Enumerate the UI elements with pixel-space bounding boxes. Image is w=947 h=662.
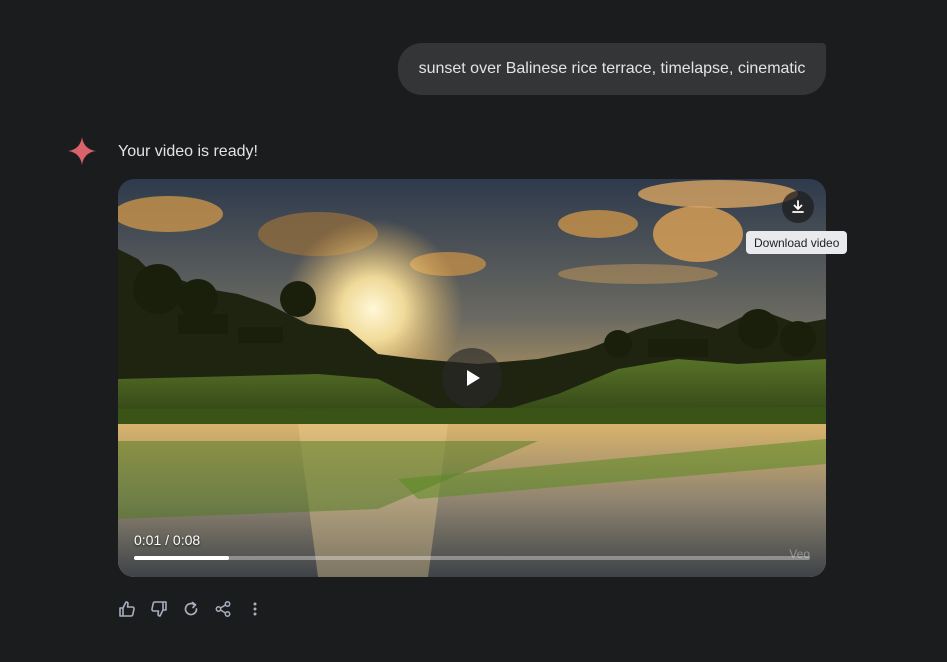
download-icon bbox=[792, 200, 804, 213]
download-video-button[interactable] bbox=[782, 191, 814, 223]
regenerate-button[interactable] bbox=[180, 598, 202, 620]
more-options-button[interactable] bbox=[244, 598, 266, 620]
play-icon bbox=[467, 370, 480, 386]
assistant-message: Your video is ready! bbox=[118, 143, 258, 160]
share-icon bbox=[215, 601, 231, 617]
regenerate-icon bbox=[184, 601, 198, 616]
time-separator: / bbox=[161, 532, 173, 548]
user-prompt-bubble: sunset over Balinese rice terrace, timel… bbox=[398, 43, 826, 95]
chat-page: sunset over Balinese rice terrace, timel… bbox=[0, 0, 947, 662]
progress-bar[interactable] bbox=[134, 556, 810, 560]
play-button[interactable] bbox=[442, 348, 502, 408]
thumbs-up-button[interactable] bbox=[116, 598, 138, 620]
current-time: 0:01 bbox=[134, 532, 162, 548]
time-readout: 0:01 / 0:08 bbox=[134, 532, 200, 548]
thumbs-down-button[interactable] bbox=[148, 598, 170, 620]
share-button[interactable] bbox=[212, 598, 234, 620]
thumbs-up-icon bbox=[119, 601, 135, 617]
download-tooltip: Download video bbox=[746, 231, 848, 254]
response-actions bbox=[116, 598, 266, 620]
duration: 0:08 bbox=[172, 532, 201, 548]
video-player[interactable]: 0:01 / 0:08 Veo bbox=[118, 179, 826, 577]
user-prompt-text: sunset over Balinese rice terrace, timel… bbox=[418, 60, 806, 77]
progress-fill bbox=[134, 556, 229, 560]
veo-watermark: Veo bbox=[789, 547, 810, 561]
gemini-spark-icon bbox=[68, 137, 96, 165]
more-vert-icon bbox=[253, 602, 257, 616]
thumbs-down-icon bbox=[151, 601, 167, 617]
